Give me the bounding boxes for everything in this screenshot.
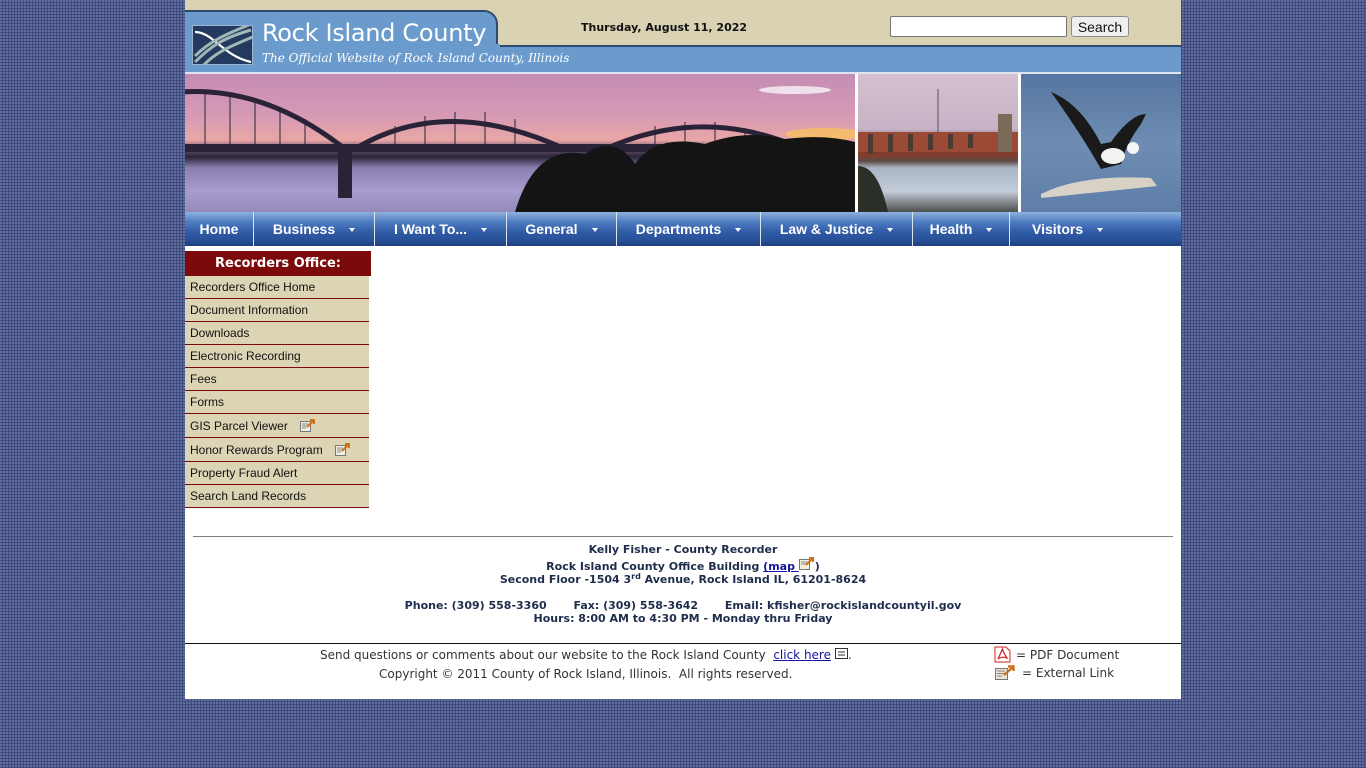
site-title[interactable]: Rock Island County — [262, 19, 486, 47]
nav-item-label: Visitors — [1032, 221, 1084, 237]
phone: Phone: (309) 558-3360 — [404, 599, 547, 612]
nav-item-label: I Want To... — [393, 221, 468, 237]
recorder-name: Kelly Fisher - County Recorder — [588, 543, 778, 556]
legend-pdf: = PDF Document — [994, 646, 1119, 663]
chevron-down-icon — [735, 228, 742, 232]
map-link-label: map — [768, 560, 795, 573]
sidebar-item-gis-parcel-viewer[interactable]: GIS Parcel Viewer — [185, 414, 369, 438]
map-link[interactable]: (map — [763, 557, 815, 573]
legend-external-link: = External Link — [995, 665, 1114, 680]
chevron-down-icon — [481, 228, 488, 232]
header: Rock Island County The Official Website … — [185, 0, 1181, 72]
site-subtitle: The Official Website of Rock Island Coun… — [262, 51, 570, 65]
address-suffix: Avenue, Rock Island IL, 61201-8624 — [640, 573, 867, 586]
sidebar-item-recorders-office-home[interactable]: Recorders Office Home — [185, 276, 369, 299]
sidebar-item-search-land-records[interactable]: Search Land Records — [185, 485, 369, 508]
nav-item-home[interactable]: Home — [185, 212, 254, 246]
address-prefix: Second Floor -1504 3 — [499, 573, 632, 586]
copyright: Copyright © 2011 County of Rock Island, … — [379, 667, 793, 681]
address-ordinal: rd — [631, 572, 641, 581]
sidebar-item-electronic-recording[interactable]: Electronic Recording — [185, 345, 369, 368]
page-container: Rock Island County The Official Website … — [185, 0, 1181, 699]
main-nav: Home Business I Want To... General Depar… — [185, 212, 1181, 246]
sidebar-header: Recorders Office: — [185, 251, 371, 276]
sidebar-item-document-information[interactable]: Document Information — [185, 299, 369, 322]
chevron-down-icon — [887, 228, 894, 232]
nav-item-departments[interactable]: Departments — [617, 212, 761, 246]
sidebar-item-label: Downloads — [190, 326, 250, 340]
nav-item-law-justice[interactable]: Law & Justice — [761, 212, 913, 246]
sidebar-item-label: Property Fraud Alert — [190, 466, 298, 480]
external-link-icon — [299, 419, 316, 432]
search-button[interactable]: Search — [1071, 16, 1129, 37]
email-icon — [834, 648, 848, 659]
external-link-icon — [334, 443, 351, 456]
sidebar-item-forms[interactable]: Forms — [185, 391, 369, 414]
sidebar-item-label: Document Information — [190, 303, 309, 317]
lock-dam-photo — [858, 74, 1018, 212]
nav-item-label: Health — [929, 221, 973, 237]
sidebar-item-label: Forms — [190, 395, 224, 409]
legend-label: = External Link — [1022, 665, 1115, 680]
nav-item-label: Law & Justice — [779, 221, 874, 237]
office-building-line: Rock Island County Office Building (map … — [185, 557, 1181, 573]
pdf-icon — [994, 646, 1011, 663]
banner — [185, 72, 1181, 212]
nav-item-i-want-to[interactable]: I Want To... — [375, 212, 507, 246]
address-line: Second Floor -1504 3rd Avenue, Rock Isla… — [185, 572, 1181, 587]
sidebar-item-downloads[interactable]: Downloads — [185, 322, 369, 345]
close-paren: ) — [814, 560, 820, 573]
nav-item-label: General — [525, 221, 578, 237]
footer: Send questions or comments about our web… — [185, 643, 1181, 699]
nav-item-business[interactable]: Business — [254, 212, 375, 246]
county-logo-icon[interactable] — [192, 25, 253, 65]
office-building: Rock Island County Office Building — [546, 560, 764, 573]
current-date: Thursday, August 11, 2022 — [581, 21, 748, 34]
nav-item-health[interactable]: Health — [913, 212, 1010, 246]
external-link-icon — [995, 665, 1015, 680]
sidebar-item-label: Recorders Office Home — [190, 280, 316, 294]
sidebar-item-label: Fees — [190, 372, 217, 386]
chevron-down-icon — [349, 228, 356, 232]
nav-item-label: Home — [199, 221, 239, 237]
sidebar-item-fees[interactable]: Fees — [185, 368, 369, 391]
nav-item-visitors[interactable]: Visitors — [1010, 212, 1119, 246]
feedback-text: Send questions or comments about our web… — [320, 648, 774, 662]
bald-eagle-photo — [1021, 74, 1181, 212]
contact-numbers-line: Phone: (309) 558-3360 Fax: (309) 558-364… — [185, 599, 1181, 612]
sidebar-item-label: Honor Rewards Program — [190, 442, 323, 457]
sidebar-item-honor-rewards-program[interactable]: Honor Rewards Program — [185, 438, 369, 462]
email: Email: kfisher@rockislandcountyil.gov — [724, 599, 962, 612]
chevron-down-icon — [591, 228, 598, 232]
sidebar-item-label: Electronic Recording — [190, 349, 301, 363]
feedback-line: Send questions or comments about our web… — [320, 648, 852, 662]
divider — [193, 536, 1173, 537]
nav-item-general[interactable]: General — [507, 212, 617, 246]
sidebar-item-property-fraud-alert[interactable]: Property Fraud Alert — [185, 462, 369, 485]
search-input[interactable] — [890, 16, 1067, 37]
fax: Fax: (309) 558-3642 — [573, 599, 699, 612]
bridge-sunset-photo — [185, 74, 855, 212]
nav-item-label: Business — [272, 221, 336, 237]
sidebar-item-label: Search Land Records — [190, 489, 307, 503]
chevron-down-icon — [986, 228, 993, 232]
external-link-icon — [798, 557, 814, 570]
sidebar: Recorders Office: Recorders Office Home … — [185, 251, 371, 508]
sidebar-item-label: GIS Parcel Viewer — [190, 418, 288, 433]
nav-item-label: Departments — [635, 221, 722, 237]
legend-label: = PDF Document — [1016, 647, 1120, 662]
feedback-link[interactable]: click here — [773, 648, 831, 662]
chevron-down-icon — [1097, 228, 1104, 232]
office-hours: Hours: 8:00 AM to 4:30 PM - Monday thru … — [533, 612, 833, 625]
